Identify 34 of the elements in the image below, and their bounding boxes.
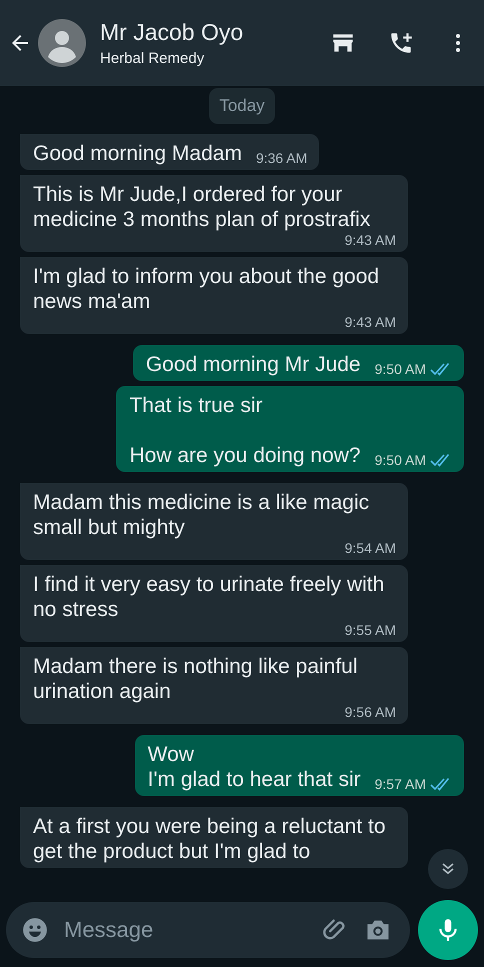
message-time: 9:57 AM [374,776,426,792]
message-text: That is true sir How are you doing now? [129,393,361,468]
message-time: 9:54 AM [344,540,396,556]
sent-message-bubble[interactable]: Good morning Mr Jude 9:50 AM [132,345,464,381]
message-time: 9:43 AM [344,232,396,248]
received-message-bubble[interactable]: Good morning Madam 9:36 AM [20,134,320,170]
message-bar[interactable]: Message [6,902,410,958]
date-chip: Today [209,88,275,124]
message-text: Madam this medicine is a like magic small but mighty [33,490,370,540]
message-time: 9:50 AM [374,361,426,377]
received-message-bubble[interactable]: At a first you were being a reluctant to get the product but I'm glad to [20,807,408,868]
message-text: I'm glad to inform you about the good news ma'am [33,264,380,314]
contact-name[interactable]: Mr Jacob Oyo [100,19,244,46]
message-text: Wow I'm glad to hear that sir [148,742,361,792]
message-text: Good morning Madam [33,141,242,166]
received-message-bubble[interactable]: I'm glad to inform you about the good news ma'am 9:43 AM [20,257,408,334]
message-text: At a first you were being a reluctant to get the product but I'm glad to [33,814,387,864]
message-text: This is Mr Jude,I ordered for your medicine 3 months plan of prostrafix [33,182,372,232]
message-field[interactable]: Message [62,916,308,944]
message-time: 9:56 AM [344,704,396,720]
received-message-bubble[interactable]: This is Mr Jude,I ordered for your medicine 3 months plan of prostrafix 9:43 AM [20,175,408,252]
sent-message-bubble[interactable]: Wow I'm glad to hear that sir 9:57 AM [134,735,464,796]
message-time: 9:36 AM [256,150,308,166]
contact-subtitle: Herbal Remedy [100,50,204,67]
received-message-bubble[interactable]: Madam this medicine is a like magic small but mighty 9:54 AM [20,483,408,560]
message-text: I find it very easy to urinate freely with no stress [33,572,386,622]
message-text: Madam there is nothing like painful urination again [33,654,359,704]
message-time: 9:55 AM [344,622,396,638]
received-message-bubble[interactable]: Madam there is nothing like painful urination again 9:56 AM [20,647,408,724]
message-time: 9:50 AM [374,452,426,468]
message-text: Good morning Mr Jude [146,352,361,377]
sent-message-bubble[interactable]: That is true sir How are you doing now? 9:50 AM [116,386,464,472]
message-time: 9:43 AM [344,314,396,330]
received-message-bubble[interactable]: I find it very easy to urinate freely with no stress 9:55 AM [20,565,408,642]
